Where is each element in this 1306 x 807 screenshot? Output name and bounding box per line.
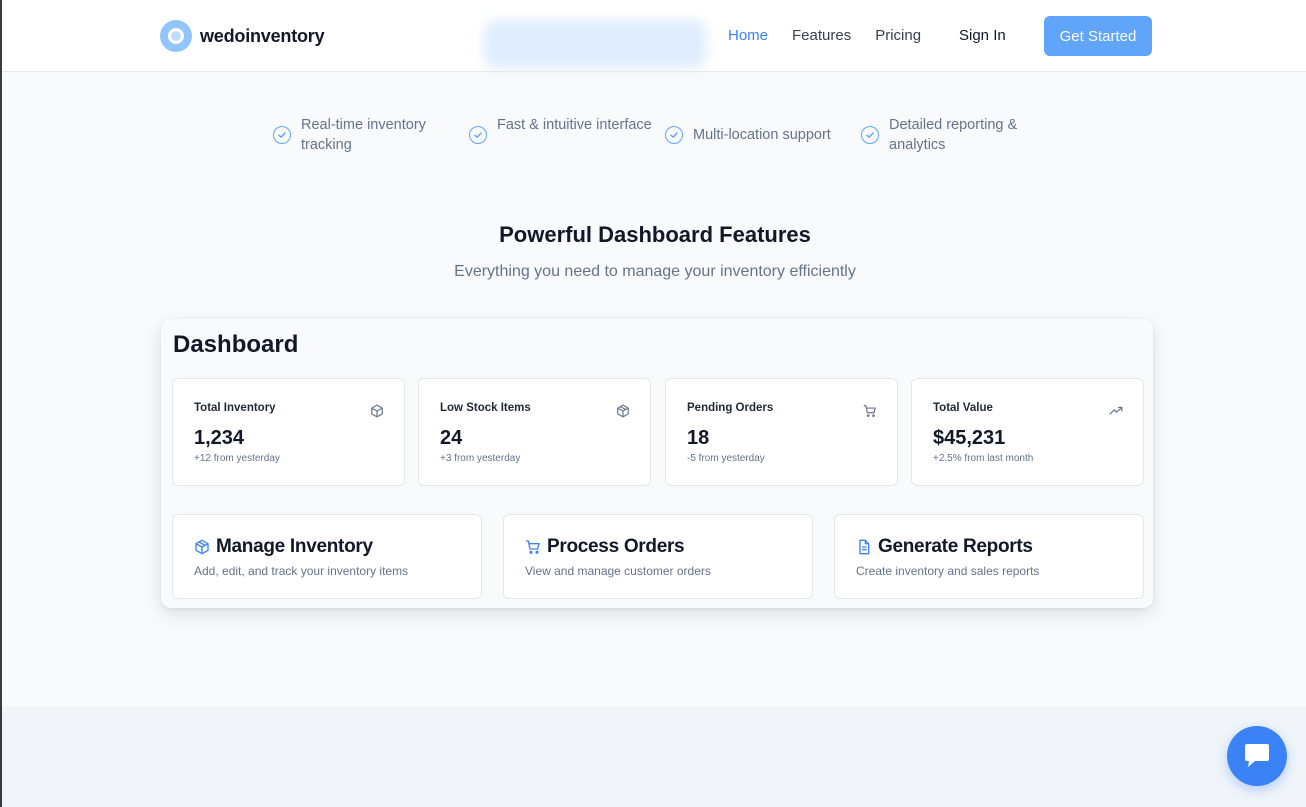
- stat-value: 18: [687, 427, 710, 449]
- process-orders-card[interactable]: Process Orders View and manage customer …: [503, 514, 813, 599]
- brand-logo[interactable]: wedoinventory: [160, 20, 325, 52]
- section-title: Powerful Dashboard Features: [499, 222, 811, 247]
- boxes-icon: [195, 539, 209, 555]
- footer-band: [2, 706, 1306, 807]
- get-started-button[interactable]: Get Started: [1044, 16, 1152, 56]
- bullet-item: Detailed reporting & analytics: [861, 115, 1031, 155]
- site-header: wedoinventory Home Features Pricing Sign…: [2, 0, 1306, 72]
- action-desc: Add, edit, and track your inventory item…: [194, 564, 409, 578]
- generate-reports-card[interactable]: Generate Reports Create inventory and sa…: [834, 514, 1144, 599]
- brand-name: wedoinventory: [200, 25, 325, 46]
- action-desc: Create inventory and sales reports: [856, 564, 1040, 578]
- trending-up-icon: [1109, 406, 1123, 415]
- chat-bubble-icon: [1245, 744, 1269, 767]
- section-subtitle: Everything you need to manage your inven…: [454, 263, 856, 280]
- cart-icon: [863, 405, 876, 418]
- blurred-banner: [484, 20, 706, 68]
- dashboard-panel: Dashboard Total Inventory 1,234 +12 from…: [161, 319, 1153, 608]
- action-title: Generate Reports: [878, 536, 1033, 557]
- action-title: Manage Inventory: [216, 536, 373, 557]
- stat-label: Low Stock Items: [440, 402, 531, 414]
- stat-card-low-stock: Low Stock Items 24 +3 from yesterday: [418, 378, 651, 486]
- stat-value: $45,231: [933, 427, 1006, 449]
- stat-value: 1,234: [194, 427, 245, 449]
- bullet-item: Real-time inventory tracking: [273, 115, 469, 155]
- stat-delta: +2.5% from last month: [933, 453, 1034, 464]
- document-icon: [859, 539, 870, 555]
- check-circle-icon: [861, 126, 879, 144]
- stat-card-total-value: Total Value $45,231 +2.5% from last mont…: [911, 378, 1144, 486]
- nav-home[interactable]: Home: [728, 27, 768, 44]
- action-title: Process Orders: [547, 536, 685, 557]
- nav-pricing[interactable]: Pricing: [875, 27, 921, 44]
- sign-in-link[interactable]: Sign In: [959, 27, 1006, 44]
- dashboard-title: Dashboard: [173, 331, 299, 358]
- check-circle-icon: [273, 126, 291, 144]
- check-circle-icon: [469, 126, 487, 144]
- logo-icon: [160, 20, 192, 52]
- stat-label: Total Value: [933, 402, 993, 414]
- stat-card-total-inventory: Total Inventory 1,234 +12 from yesterday: [172, 378, 405, 486]
- bullet-item: Fast & intuitive interface: [469, 115, 665, 155]
- bullet-text: Fast & intuitive interface: [497, 117, 652, 133]
- nav-features[interactable]: Features: [792, 27, 851, 44]
- stat-delta: +3 from yesterday: [440, 453, 521, 464]
- main-nav: Home Features Pricing: [728, 27, 921, 44]
- feature-bullets: Real-time inventory tracking Fast & intu…: [273, 115, 1031, 155]
- stat-delta: +12 from yesterday: [194, 453, 280, 464]
- bullet-item: Multi-location support: [665, 125, 861, 155]
- bullet-text: Detailed reporting & analytics: [889, 117, 1018, 153]
- cart-icon: [525, 540, 540, 554]
- stat-label: Pending Orders: [687, 402, 774, 414]
- boxes-icon: [617, 404, 629, 418]
- cube-icon: [371, 404, 383, 418]
- stat-card-pending-orders: Pending Orders 18 -5 from yesterday: [665, 378, 898, 486]
- bullet-text: Multi-location support: [693, 127, 831, 143]
- stat-value: 24: [440, 427, 463, 449]
- stat-delta: -5 from yesterday: [687, 453, 765, 464]
- chat-button[interactable]: [1227, 726, 1287, 786]
- manage-inventory-card[interactable]: Manage Inventory Add, edit, and track yo…: [172, 514, 482, 599]
- stat-label: Total Inventory: [194, 402, 276, 414]
- check-circle-icon: [665, 126, 683, 144]
- bullet-text: Real-time inventory tracking: [301, 117, 426, 153]
- action-desc: View and manage customer orders: [525, 564, 711, 578]
